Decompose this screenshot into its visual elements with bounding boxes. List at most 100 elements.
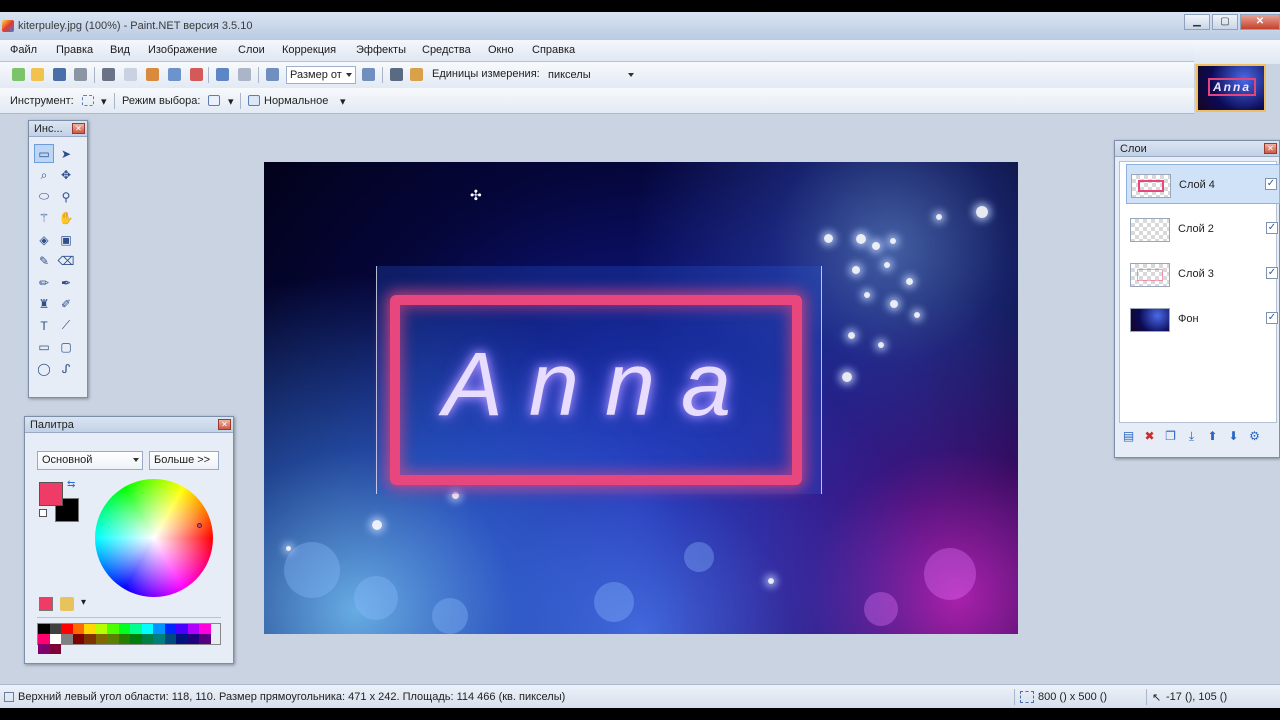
palette-swatch[interactable]	[72, 624, 84, 634]
palette-swatch[interactable]	[49, 624, 61, 634]
rectangle-icon[interactable]: ▭	[34, 338, 54, 357]
rectangle-select-icon[interactable]: ▭	[34, 144, 54, 163]
layer-row-3[interactable]: Слой 3 ✓	[1126, 254, 1280, 294]
palette-swatch[interactable]	[38, 624, 50, 634]
color-wheel[interactable]	[95, 479, 213, 597]
save-icon[interactable]	[53, 68, 66, 81]
menu-layers[interactable]: Слои	[238, 44, 265, 56]
palette-swatch[interactable]	[84, 624, 96, 634]
layer-visibility-checkbox[interactable]: ✓	[1266, 222, 1278, 234]
palette-swatch[interactable]	[107, 634, 119, 644]
zoom-select[interactable]: Размер от	[286, 66, 356, 84]
add-to-palette-icon[interactable]	[39, 597, 53, 611]
primary-color-swatch[interactable]	[39, 482, 63, 506]
menu-image[interactable]: Изображение	[148, 44, 217, 56]
zoom-icon[interactable]: ⚲	[56, 187, 76, 206]
menu-file[interactable]: Файл	[10, 44, 37, 56]
palette-swatch[interactable]	[61, 634, 73, 644]
palette-swatch[interactable]	[176, 624, 188, 634]
palette-menu-arrow[interactable]: ▾	[81, 597, 86, 608]
palette-swatch[interactable]	[153, 634, 165, 644]
freeform-shape-icon[interactable]: ᔑ	[56, 359, 76, 378]
menu-edit[interactable]: Правка	[56, 44, 93, 56]
palette-swatch[interactable]	[72, 634, 84, 644]
gradient-icon[interactable]: ▣	[56, 230, 76, 249]
new-file-icon[interactable]	[12, 68, 25, 81]
tool-dropdown-arrow[interactable]: ▾	[101, 95, 107, 108]
palette-swatch[interactable]	[164, 634, 176, 644]
palette-window-close-button[interactable]: ✕	[218, 419, 231, 430]
palette-swatch[interactable]	[187, 634, 199, 644]
crop-to-selection-icon[interactable]	[168, 68, 181, 81]
layer-visibility-checkbox[interactable]: ✓	[1265, 178, 1277, 190]
tools-window-header[interactable]: Инс... ✕	[29, 121, 87, 137]
palette-swatch[interactable]	[95, 624, 107, 634]
palette-swatch[interactable]	[187, 624, 199, 634]
lasso-select-icon[interactable]: ⌕	[34, 166, 54, 185]
layer-visibility-checkbox[interactable]: ✓	[1266, 267, 1278, 279]
palette-swatch[interactable]	[153, 624, 165, 634]
cut-icon[interactable]	[102, 68, 115, 81]
palette-swatch[interactable]	[38, 634, 50, 644]
clone-stamp-icon[interactable]: ♜	[34, 295, 54, 314]
merge-layer-icon[interactable]: ⤓	[1184, 429, 1199, 443]
layer-row-2[interactable]: Слой 2 ✓	[1126, 209, 1280, 249]
eraser-icon[interactable]: ⌫	[56, 252, 76, 271]
pencil-icon[interactable]: ✏	[34, 273, 54, 292]
minimize-button[interactable]: ▁	[1184, 14, 1210, 30]
palette-swatch[interactable]	[84, 634, 96, 644]
tools-window-close-button[interactable]: ✕	[72, 123, 85, 134]
palette-swatch[interactable]	[49, 634, 61, 644]
menu-effects[interactable]: Эффекты	[356, 44, 406, 56]
layers-window-header[interactable]: Слои ✕	[1115, 141, 1279, 157]
magic-wand-icon[interactable]: ⚚	[34, 209, 54, 228]
text-icon[interactable]: T	[34, 316, 54, 335]
rounded-rectangle-icon[interactable]: ▢	[56, 338, 76, 357]
move-up-icon[interactable]: ⬆	[1205, 429, 1220, 443]
palette-swatch[interactable]	[38, 644, 50, 654]
swap-colors-icon[interactable]: ⇆	[67, 479, 75, 490]
rectangle-select-icon[interactable]	[82, 95, 94, 106]
palette-swatch[interactable]	[141, 624, 153, 634]
menu-utilities[interactable]: Средства	[422, 44, 471, 56]
zoom-in-icon[interactable]	[362, 68, 375, 81]
menu-help[interactable]: Справка	[532, 44, 575, 56]
palette-swatch[interactable]	[95, 634, 107, 644]
palette-mode-select[interactable]: Основной	[37, 451, 143, 470]
grid-icon[interactable]	[390, 68, 403, 81]
palette-swatch[interactable]	[141, 634, 153, 644]
rulers-icon[interactable]	[410, 68, 423, 81]
open-file-icon[interactable]	[31, 68, 44, 81]
print-icon[interactable]	[74, 68, 87, 81]
recolor-icon[interactable]: ✐	[56, 295, 76, 314]
paste-icon[interactable]	[146, 68, 159, 81]
move-down-icon[interactable]: ⬇	[1226, 429, 1241, 443]
close-button[interactable]: ✕	[1240, 14, 1280, 30]
reset-colors-icon[interactable]	[39, 509, 47, 517]
deselect-icon[interactable]	[190, 68, 203, 81]
layer-properties-icon[interactable]: ⚙	[1247, 429, 1262, 443]
palette-swatch[interactable]	[176, 634, 188, 644]
palette-swatch[interactable]	[199, 634, 211, 644]
add-layer-icon[interactable]: ▤	[1121, 429, 1136, 443]
layer-row-background[interactable]: Фон ✓	[1126, 299, 1280, 339]
menu-view[interactable]: Вид	[110, 44, 130, 56]
menu-window[interactable]: Окно	[488, 44, 514, 56]
palette-folder-icon[interactable]	[60, 597, 74, 611]
selection-mode-dropdown-arrow[interactable]: ▾	[228, 95, 234, 108]
layer-row-4[interactable]: Слой 4 ✓	[1126, 164, 1280, 204]
palette-swatch[interactable]	[61, 624, 73, 634]
palette-swatch[interactable]	[49, 644, 61, 654]
layer-visibility-checkbox[interactable]: ✓	[1266, 312, 1278, 324]
delete-layer-icon[interactable]: ✖	[1142, 429, 1157, 443]
palette-window-header[interactable]: Палитра ✕	[25, 417, 233, 433]
move-selection-icon[interactable]: ➤	[56, 144, 76, 163]
maximize-button[interactable]: ▢	[1212, 14, 1238, 30]
units-select[interactable]: пикселы	[544, 66, 638, 84]
ellipse-select-icon[interactable]: ⬭	[34, 187, 54, 206]
menu-adjustments[interactable]: Коррекция	[282, 44, 336, 56]
palette-swatch[interactable]	[130, 634, 142, 644]
image-tab-thumbnail[interactable]: Anna	[1196, 64, 1266, 112]
layers-window-close-button[interactable]: ✕	[1264, 143, 1277, 154]
blend-mode-dropdown-arrow[interactable]: ▾	[340, 95, 346, 108]
